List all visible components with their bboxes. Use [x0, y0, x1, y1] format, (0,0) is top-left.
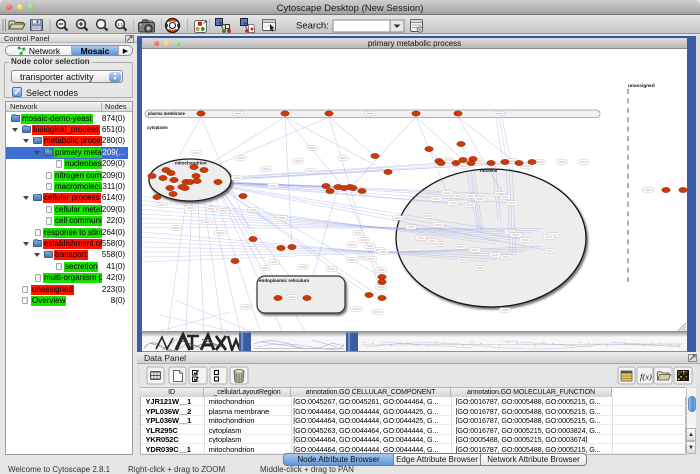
svg-text:1:1: 1:1: [117, 22, 124, 27]
svg-text:f(x): f(x): [640, 372, 652, 382]
svg-text:nucleus: nucleus: [480, 168, 498, 173]
svg-text:cytoplasm: cytoplasm: [147, 125, 168, 130]
svg-text:endoplasmic reticulum: endoplasmic reticulum: [259, 278, 309, 283]
svg-text:Search:: Search:: [296, 21, 329, 32]
svg-text:plasma membrane: plasma membrane: [148, 111, 185, 116]
svg-text:unassigned: unassigned: [628, 83, 655, 89]
